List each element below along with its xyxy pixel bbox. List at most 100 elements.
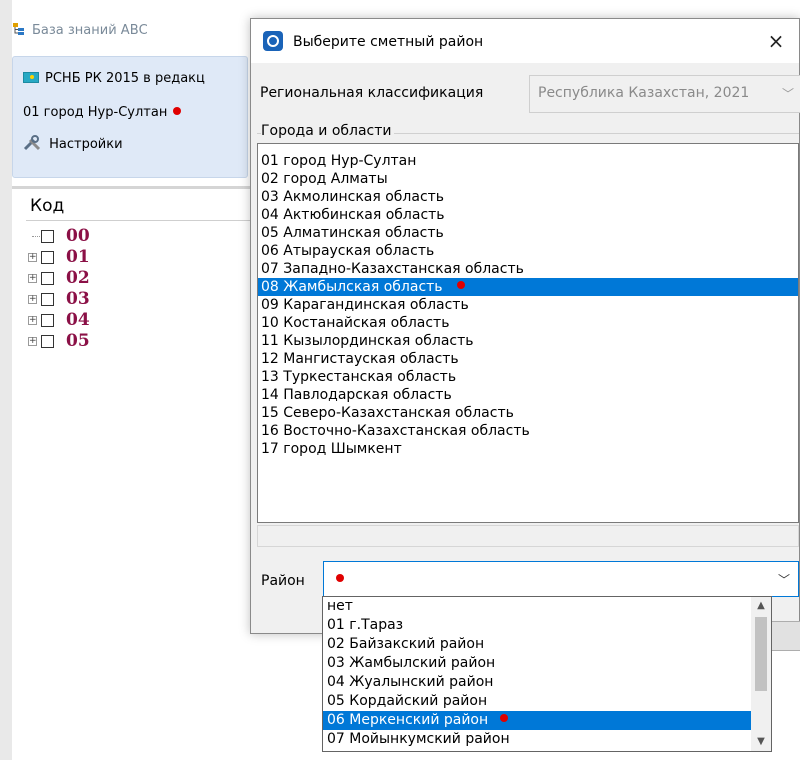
city-label: 15 Северо-Казахстанская область bbox=[261, 405, 514, 421]
tree-code: 03 bbox=[66, 289, 90, 309]
city-label: 01 город Нур-Султан bbox=[261, 153, 417, 169]
city-list-item[interactable]: 01 город Нур-Султан bbox=[258, 152, 798, 170]
district-select[interactable]: ﹀ bbox=[323, 561, 799, 597]
tree-checkbox[interactable] bbox=[41, 335, 54, 348]
tree-checkbox[interactable] bbox=[41, 230, 54, 243]
city-list-item[interactable]: 15 Северо-Казахстанская область bbox=[258, 404, 798, 422]
close-button[interactable]: × bbox=[763, 28, 789, 54]
tree-app-icon bbox=[12, 22, 26, 36]
tree-checkbox[interactable] bbox=[41, 251, 54, 264]
tree-row[interactable]: + 04 bbox=[26, 310, 246, 331]
city-list-item[interactable]: 14 Павлодарская область bbox=[258, 386, 798, 404]
city-list-item[interactable]: 11 Кызылординская область bbox=[258, 332, 798, 350]
tree-row[interactable]: + 01 bbox=[26, 247, 246, 268]
regional-classification-select: Республика Казахстан, 2021 ﹀ bbox=[529, 75, 800, 113]
tools-icon bbox=[23, 135, 49, 152]
city-list-item[interactable]: 06 Атырауская область bbox=[258, 242, 798, 260]
district-dropdown-list[interactable]: нет 01 г.Тараз 02 Байзакский район 03 Жамбы… bbox=[322, 596, 772, 752]
divider bbox=[12, 186, 250, 189]
dialog-button[interactable] bbox=[771, 621, 800, 651]
scrollbar-thumb[interactable] bbox=[755, 617, 767, 691]
city-list-item[interactable]: 08 Жамбылская область bbox=[258, 278, 798, 296]
tree-row[interactable]: + 02 bbox=[26, 268, 246, 289]
city-label: 06 Атырауская область bbox=[261, 243, 435, 259]
marker-dot bbox=[173, 107, 182, 115]
city-list-item[interactable]: 07 Западно-Казахстанская область bbox=[258, 260, 798, 278]
district-option-label: 03 Жамбылский район bbox=[327, 655, 496, 671]
scroll-up-icon[interactable]: ▲ bbox=[751, 597, 771, 615]
tree-row[interactable]: + 05 bbox=[26, 331, 246, 352]
code-column-header[interactable]: Код bbox=[30, 196, 64, 216]
vertical-scrollbar[interactable]: ▲ ▼ bbox=[751, 597, 771, 751]
city-list-item[interactable]: 03 Акмолинская область bbox=[258, 188, 798, 206]
city-label: 17 город Шымкент bbox=[261, 441, 402, 457]
city-list-item[interactable]: 04 Актюбинская область bbox=[258, 206, 798, 224]
district-option[interactable]: 07 Мойынкумский район bbox=[323, 730, 751, 749]
app-title: База знаний АВС bbox=[12, 22, 148, 38]
district-label: Район bbox=[261, 573, 305, 589]
tree-row[interactable]: 00 bbox=[26, 226, 246, 247]
district-option-label: 05 Кордайский район bbox=[327, 693, 488, 709]
tree-checkbox[interactable] bbox=[41, 272, 54, 285]
expand-icon[interactable]: + bbox=[28, 337, 37, 346]
district-option[interactable]: 06 Меркенский район bbox=[323, 711, 751, 730]
district-option-label: нет bbox=[327, 598, 353, 614]
marker-dot bbox=[336, 574, 344, 582]
expand-icon[interactable]: + bbox=[28, 253, 37, 262]
settings-link[interactable]: Настройки bbox=[23, 135, 123, 152]
city-list-item[interactable]: 05 Алматинская область bbox=[258, 224, 798, 242]
district-option-label: 04 Жуалынский район bbox=[327, 674, 494, 690]
regional-classification-label: Региональная классификация bbox=[260, 85, 484, 101]
horizontal-scrollbar[interactable] bbox=[257, 525, 799, 547]
tree-checkbox[interactable] bbox=[41, 293, 54, 306]
city-list-item[interactable]: 17 город Шымкент bbox=[258, 440, 798, 458]
city-label: 05 Алматинская область bbox=[261, 225, 444, 241]
cities-list-items: 01 город Нур-Султан 02 город Алматы 03 Акм… bbox=[258, 152, 798, 458]
cities-group-label: Города и области bbox=[261, 123, 394, 139]
city-list-item[interactable]: 09 Карагандинская область bbox=[258, 296, 798, 314]
tree-code: 01 bbox=[66, 247, 90, 267]
expand-icon[interactable]: + bbox=[28, 316, 37, 325]
window-edge bbox=[0, 0, 12, 760]
tree-code: 02 bbox=[66, 268, 90, 288]
regional-classification-value: Республика Казахстан, 2021 bbox=[538, 85, 750, 101]
city-list-item[interactable]: 02 город Алматы bbox=[258, 170, 798, 188]
norm-base-row[interactable]: РСНБ РК 2015 в редакц bbox=[23, 71, 205, 86]
current-region-label: 01 город Нур-Султан bbox=[23, 105, 168, 120]
city-label: 11 Кызылординская область bbox=[261, 333, 474, 349]
city-label: 02 город Алматы bbox=[261, 171, 388, 187]
expand-icon[interactable]: + bbox=[28, 295, 37, 304]
district-option[interactable]: нет bbox=[323, 597, 751, 616]
current-region-row[interactable]: 01 город Нур-Султан bbox=[23, 105, 182, 120]
expand-icon[interactable]: + bbox=[28, 274, 37, 283]
city-label: 04 Актюбинская область bbox=[261, 207, 445, 223]
district-option-label: 06 Меркенский район bbox=[327, 712, 489, 728]
city-label: 07 Западно-Казахстанская область bbox=[261, 261, 524, 277]
info-panel: РСНБ РК 2015 в редакц 01 город Нур-Султа… bbox=[12, 56, 248, 178]
district-option[interactable]: 02 Байзакский район bbox=[323, 635, 751, 654]
district-option[interactable]: 05 Кордайский район bbox=[323, 692, 751, 711]
tree-checkbox[interactable] bbox=[41, 314, 54, 327]
cities-list[interactable]: 01 город Нур-Султан 02 город Алматы 03 Акм… bbox=[257, 143, 799, 523]
district-option[interactable]: 04 Жуалынский район bbox=[323, 673, 751, 692]
district-option[interactable]: 03 Жамбылский район bbox=[323, 654, 751, 673]
city-list-item[interactable]: 10 Костанайская область bbox=[258, 314, 798, 332]
kazakhstan-flag-icon bbox=[23, 72, 39, 83]
tree-code: 00 bbox=[66, 226, 90, 246]
city-list-item[interactable]: 12 Мангистауская область bbox=[258, 350, 798, 368]
district-option[interactable]: 01 г.Тараз bbox=[323, 616, 751, 635]
city-list-item[interactable]: 16 Восточно-Казахстанская область bbox=[258, 422, 798, 440]
dialog-titlebar[interactable]: Выберите сметный район × bbox=[251, 19, 799, 63]
district-option-label: 07 Мойынкумский район bbox=[327, 731, 510, 747]
marker-dot bbox=[456, 281, 465, 289]
tree-row[interactable]: + 03 bbox=[26, 289, 246, 310]
chevron-down-icon[interactable]: ﹀ bbox=[778, 571, 790, 588]
marker-dot bbox=[500, 714, 509, 722]
district-option-label: 02 Байзакский район bbox=[327, 636, 485, 652]
city-label: 03 Акмолинская область bbox=[261, 189, 445, 205]
district-options: нет 01 г.Тараз 02 Байзакский район 03 Жамбы… bbox=[323, 597, 751, 749]
city-list-item[interactable]: 13 Туркестанская область bbox=[258, 368, 798, 386]
select-district-dialog: Выберите сметный район × Региональная кл… bbox=[250, 18, 800, 651]
scroll-down-icon[interactable]: ▼ bbox=[751, 733, 771, 751]
city-label: 10 Костанайская область bbox=[261, 315, 450, 331]
